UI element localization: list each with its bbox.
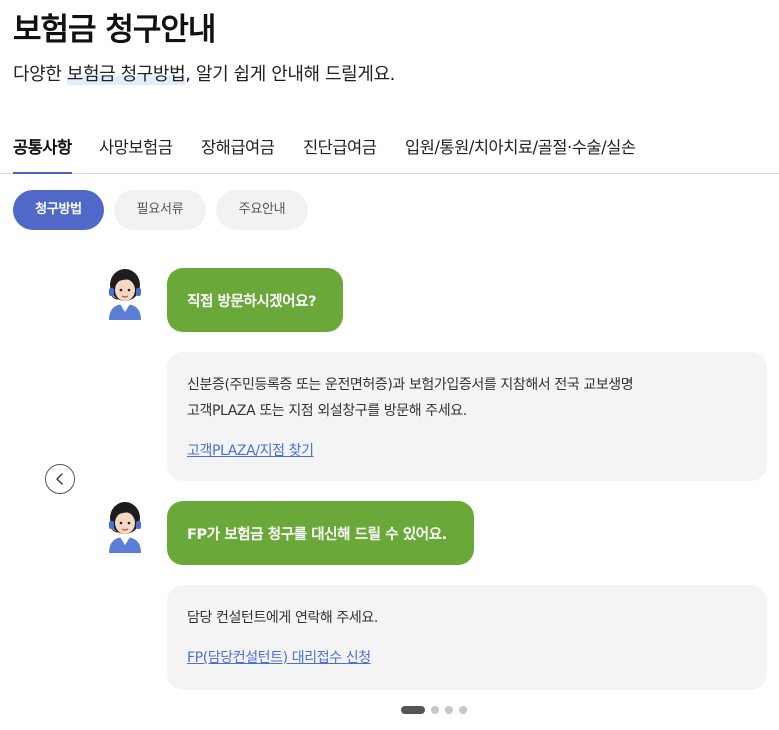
question-bubble-fp: FP가 보험금 청구를 대신해 드릴 수 있어요.: [167, 501, 474, 565]
answer-text: 담당 컨설턴트에게 연락해 주세요.: [187, 610, 378, 626]
carousel-prev-button[interactable]: [45, 464, 75, 494]
answer-bubble-visit: 신분증(주민등록증 또는 운전면허증)과 보험가입증서를 지참해서 전국 교보생…: [167, 352, 767, 481]
tab-death-benefit[interactable]: 사망보험금: [99, 128, 173, 173]
pagination-dot-2[interactable]: [431, 706, 439, 714]
agent-avatar-icon: [109, 502, 141, 553]
tab-diagnosis-benefit[interactable]: 진단급여금: [303, 128, 377, 173]
category-tabs: 공통사항 사망보험금 장해급여금 진단급여금 입원/통원/치아치료/골절·수술/…: [0, 128, 779, 174]
answer-text: 신분증(주민등록증 또는 운전면허증)과 보험가입증서를 지참해서 전국 교보생…: [187, 377, 634, 393]
chip-key-info[interactable]: 주요안내: [216, 190, 308, 230]
tab-common[interactable]: 공통사항: [13, 128, 72, 174]
subtitle-post: , 알기 쉽게 안내해 드릴게요.: [185, 64, 395, 85]
tab-disability-benefit[interactable]: 장해급여금: [201, 128, 275, 173]
page-title: 보험금 청구안내: [13, 12, 216, 48]
pagination-dot-3[interactable]: [445, 706, 453, 714]
page-subtitle: 다양한 보험금 청구방법, 알기 쉽게 안내해 드릴게요.: [13, 60, 395, 86]
agent-avatar-icon: [109, 269, 141, 320]
chevron-left-icon: [56, 473, 63, 485]
subtitle-highlight: 보험금 청구방법: [66, 64, 186, 85]
chip-claim-method[interactable]: 청구방법: [13, 190, 104, 230]
chip-required-documents[interactable]: 필요서류: [114, 190, 206, 230]
answer-text: 고객PLAZA 또는 지점 외설창구를 방문해 주세요.: [187, 403, 467, 419]
fp-proxy-claim-link[interactable]: FP(담당컨설턴트) 대리접수 신청: [187, 650, 371, 666]
tab-hospital-treatment[interactable]: 입원/통원/치아치료/골절·수술/실손: [405, 128, 636, 173]
pagination-dot-4[interactable]: [459, 706, 467, 714]
find-branch-link[interactable]: 고객PLAZA/지점 찾기: [187, 443, 314, 459]
subtitle-pre: 다양한: [13, 64, 67, 85]
answer-bubble-fp: 담당 컨설턴트에게 연락해 주세요. FP(담당컨설턴트) 대리접수 신청: [167, 585, 767, 690]
question-bubble-visit: 직접 방문하시겠어요?: [167, 268, 343, 332]
pagination-dot-1[interactable]: [401, 706, 425, 714]
